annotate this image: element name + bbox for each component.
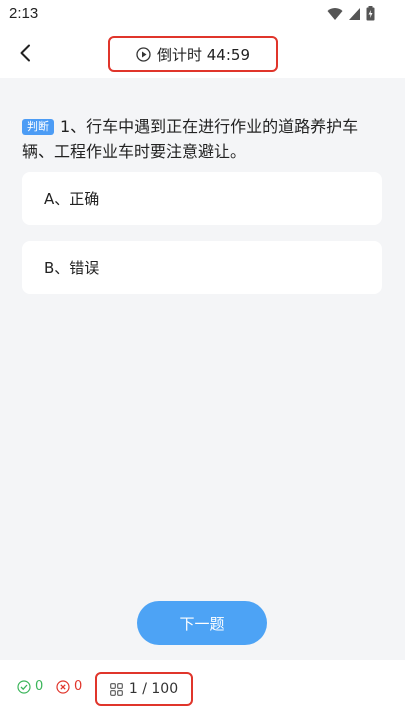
option-a[interactable]: A、正确 bbox=[22, 172, 382, 225]
grid-icon bbox=[110, 682, 123, 696]
question-progress-button[interactable]: 1 / 100 bbox=[95, 672, 193, 706]
wrong-count-value: 0 bbox=[74, 679, 83, 694]
app-bar: 倒计时 44:59 bbox=[0, 30, 405, 78]
back-arrow-icon bbox=[20, 44, 30, 62]
bottom-bar: 0 0 1 / 100 bbox=[0, 660, 405, 720]
status-bar: 2:13 bbox=[0, 0, 405, 30]
timer-text: 倒计时 44:59 bbox=[157, 45, 250, 64]
option-label: B、错误 bbox=[44, 259, 100, 277]
countdown-timer: 倒计时 44:59 bbox=[108, 36, 278, 72]
correct-count-value: 0 bbox=[35, 679, 44, 694]
next-question-button[interactable]: 下一题 bbox=[137, 601, 267, 645]
status-time: 2:13 bbox=[9, 5, 39, 22]
question-area: 判断 1、行车中遇到正在进行作业的道路养护车辆、工程作业车时要注意避让。 A、正确… bbox=[0, 78, 405, 650]
question-type-badge: 判断 bbox=[22, 119, 54, 135]
play-circle-icon bbox=[136, 46, 151, 62]
check-circle-icon bbox=[17, 679, 31, 694]
option-b[interactable]: B、错误 bbox=[22, 241, 382, 294]
progress-text: 1 / 100 bbox=[128, 681, 179, 697]
question: 判断 1、行车中遇到正在进行作业的道路养护车辆、工程作业车时要注意避让。 bbox=[22, 114, 384, 164]
battery-icon bbox=[366, 6, 375, 21]
back-button[interactable] bbox=[12, 40, 38, 66]
option-label: A、正确 bbox=[44, 190, 100, 208]
signal-icon bbox=[349, 7, 360, 20]
correct-count: 0 bbox=[17, 679, 43, 694]
cross-circle-icon bbox=[56, 679, 70, 694]
status-icons bbox=[327, 6, 375, 21]
wrong-count: 0 bbox=[56, 679, 82, 694]
question-text: 1、行车中遇到正在进行作业的道路养护车辆、工程作业车时要注意避让。 bbox=[22, 117, 359, 161]
wifi-icon bbox=[327, 7, 343, 20]
